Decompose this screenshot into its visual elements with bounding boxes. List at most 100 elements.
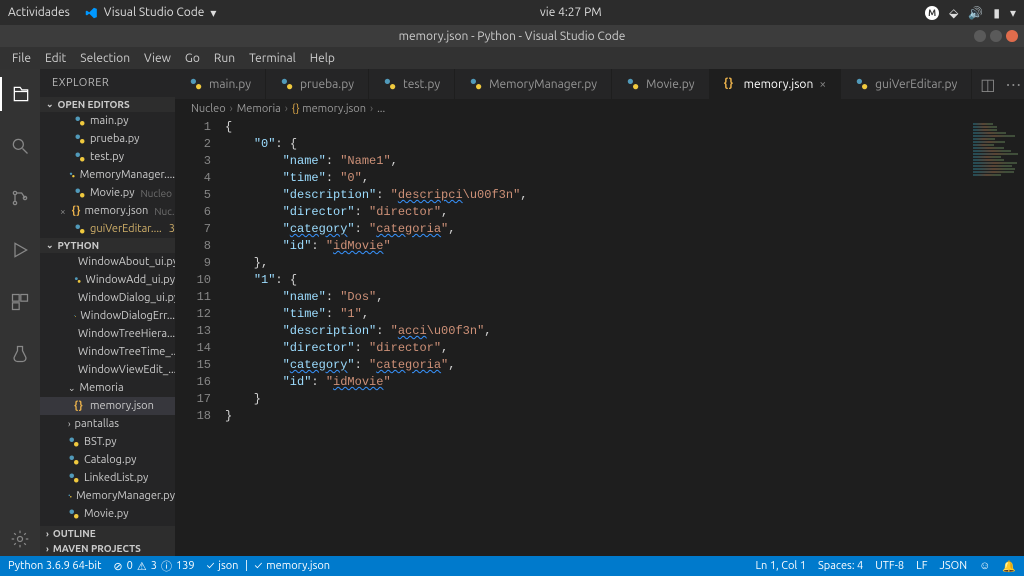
settings-gear-icon[interactable] — [0, 522, 40, 556]
code-line[interactable]: "id": "idMovie" — [225, 374, 1024, 391]
tree-item[interactable]: WindowViewEdit_... — [40, 361, 175, 379]
status-language[interactable]: JSON — [939, 560, 967, 572]
tree-item[interactable]: MemoryManager.py — [40, 487, 175, 505]
error-icon: ⊘ — [113, 560, 122, 573]
tree-item[interactable]: WindowDialog_ui.py — [40, 289, 175, 307]
split-editor-icon[interactable]: ◫ — [980, 75, 995, 94]
editor-tab[interactable]: guiVerEditar.py — [841, 69, 972, 99]
editor-tab[interactable]: {}memory.json× — [710, 69, 842, 99]
tree-item[interactable]: Catalog.py — [40, 451, 175, 469]
explorer-tab[interactable] — [0, 77, 40, 111]
code-line[interactable]: }, — [225, 255, 1024, 272]
maximize-button[interactable] — [990, 30, 1002, 42]
code-line[interactable]: "description": "descripci\u00f3n", — [225, 187, 1024, 204]
code-line[interactable]: "description": "acci\u00f3n", — [225, 323, 1024, 340]
outline-section[interactable]: ›OUTLINE — [40, 526, 175, 541]
search-tab[interactable] — [0, 129, 40, 163]
code-line[interactable]: "1": { — [225, 272, 1024, 289]
activities-button[interactable]: Actividades — [8, 6, 70, 19]
code-line[interactable]: "time": "0", — [225, 170, 1024, 187]
clock[interactable]: vie 4:27 PM — [216, 6, 925, 19]
code-line[interactable]: "id": "idMovie" — [225, 238, 1024, 255]
status-eol[interactable]: LF — [916, 560, 927, 572]
run-debug-tab[interactable] — [0, 233, 40, 267]
status-python[interactable]: Python 3.6.9 64-bit — [8, 560, 101, 572]
close-button[interactable] — [1006, 30, 1018, 42]
open-editor-item[interactable]: guiVerEditar....3 — [40, 220, 175, 238]
tree-item[interactable]: WindowTreeTime_... — [40, 343, 175, 361]
tree-item[interactable]: Movie.py — [40, 505, 175, 523]
workspace-section[interactable]: ⌄PYTHON — [40, 238, 175, 253]
open-editor-item[interactable]: prueba.py — [40, 130, 175, 148]
code-line[interactable]: "0": { — [225, 136, 1024, 153]
editor-tab[interactable]: prueba.py — [266, 69, 369, 99]
editor-tab[interactable]: MemoryManager.py — [455, 69, 612, 99]
close-icon[interactable]: × — [819, 78, 826, 91]
code-line[interactable]: "name": "Dos", — [225, 289, 1024, 306]
open-editor-item[interactable]: Movie.pyNucleo — [40, 184, 175, 202]
open-editor-item[interactable]: MemoryManager.... — [40, 166, 175, 184]
status-schema[interactable]: ✓json | ✓memory.json — [207, 560, 331, 572]
breadcrumb-item[interactable]: {} memory.json — [292, 103, 366, 115]
breadcrumb-item[interactable]: Nucleo — [191, 103, 226, 115]
bell-icon[interactable]: 🔔 — [1002, 560, 1016, 573]
code-line[interactable]: "category": "categoria", — [225, 357, 1024, 374]
status-indent[interactable]: Spaces: 4 — [818, 560, 863, 572]
wifi-icon[interactable]: ⬙ — [949, 6, 958, 20]
editor-tab[interactable]: main.py — [175, 69, 266, 99]
menu-go[interactable]: Go — [179, 50, 206, 67]
editor-tab[interactable]: Movie.py — [612, 69, 710, 99]
tree-item[interactable]: WindowAbout_ui.py — [40, 253, 175, 271]
open-editors-section[interactable]: ⌄OPEN EDITORS — [40, 97, 175, 112]
tree-item[interactable]: {}memory.json — [40, 397, 175, 415]
code-line[interactable]: "director": "director", — [225, 340, 1024, 357]
menu-edit[interactable]: Edit — [39, 50, 72, 67]
menu-view[interactable]: View — [138, 50, 177, 67]
app-menu[interactable]: Visual Studio Code ▾ — [84, 6, 217, 20]
menu-run[interactable]: Run — [208, 50, 241, 67]
battery-icon[interactable]: ▮ — [993, 6, 1000, 20]
tree-item[interactable]: ⌄Memoria — [40, 379, 175, 397]
breadcrumb-item[interactable]: Memoria — [237, 103, 281, 115]
editor-tab[interactable]: test.py — [369, 69, 455, 99]
menu-file[interactable]: File — [6, 50, 37, 67]
volume-icon[interactable]: 🔊 — [968, 6, 983, 20]
breadcrumb-item[interactable]: ... — [377, 103, 385, 115]
m-indicator-icon[interactable]: M — [925, 6, 939, 20]
maven-section[interactable]: ›MAVEN PROJECTS — [40, 541, 175, 556]
open-editor-item[interactable]: test.py — [40, 148, 175, 166]
more-icon[interactable]: ⋯ — [1005, 75, 1021, 94]
open-editor-item[interactable]: main.py — [40, 112, 175, 130]
status-encoding[interactable]: UTF-8 — [875, 560, 904, 572]
code-line[interactable]: "name": "Name1", — [225, 153, 1024, 170]
code-line[interactable]: } — [225, 391, 1024, 408]
tree-item[interactable]: ›pantallas — [40, 415, 175, 433]
code-line[interactable]: { — [225, 119, 1024, 136]
menu-selection[interactable]: Selection — [74, 50, 136, 67]
status-cursor[interactable]: Ln 1, Col 1 — [755, 560, 806, 572]
code-line[interactable]: "director": "director", — [225, 204, 1024, 221]
tree-item[interactable]: WindowTreeHiera... — [40, 325, 175, 343]
minimize-button[interactable] — [974, 30, 986, 42]
extensions-tab[interactable] — [0, 285, 40, 319]
chevron-right-icon: › — [68, 419, 71, 429]
chevron-down-icon[interactable]: ▾ — [1010, 6, 1016, 20]
tree-item[interactable]: WindowAdd_ui.py — [40, 271, 175, 289]
menu-terminal[interactable]: Terminal — [243, 50, 302, 67]
tree-item[interactable]: LinkedList.py — [40, 469, 175, 487]
code-line[interactable]: "time": "1", — [225, 306, 1024, 323]
menu-help[interactable]: Help — [304, 50, 341, 67]
status-problems[interactable]: ⊘0 ⚠3 ⓘ139 — [113, 558, 194, 574]
text-editor[interactable]: 123456789101112131415161718 { "0": { "na… — [175, 119, 1024, 556]
open-editor-item[interactable]: ×{}memory.jsonNuc... — [40, 202, 175, 220]
feedback-icon[interactable]: ☺ — [979, 560, 990, 572]
testing-tab[interactable] — [0, 337, 40, 371]
code-line[interactable]: } — [225, 408, 1024, 425]
minimap[interactable] — [969, 119, 1024, 556]
tree-item[interactable]: BST.py — [40, 433, 175, 451]
source-control-tab[interactable] — [0, 181, 40, 215]
code-line[interactable]: "category": "categoria", — [225, 221, 1024, 238]
tree-item[interactable]: WindowDialogErr... — [40, 307, 175, 325]
close-icon[interactable]: × — [60, 206, 66, 217]
breadcrumbs[interactable]: Nucleo › Memoria › {} memory.json › ... — [175, 99, 1024, 119]
